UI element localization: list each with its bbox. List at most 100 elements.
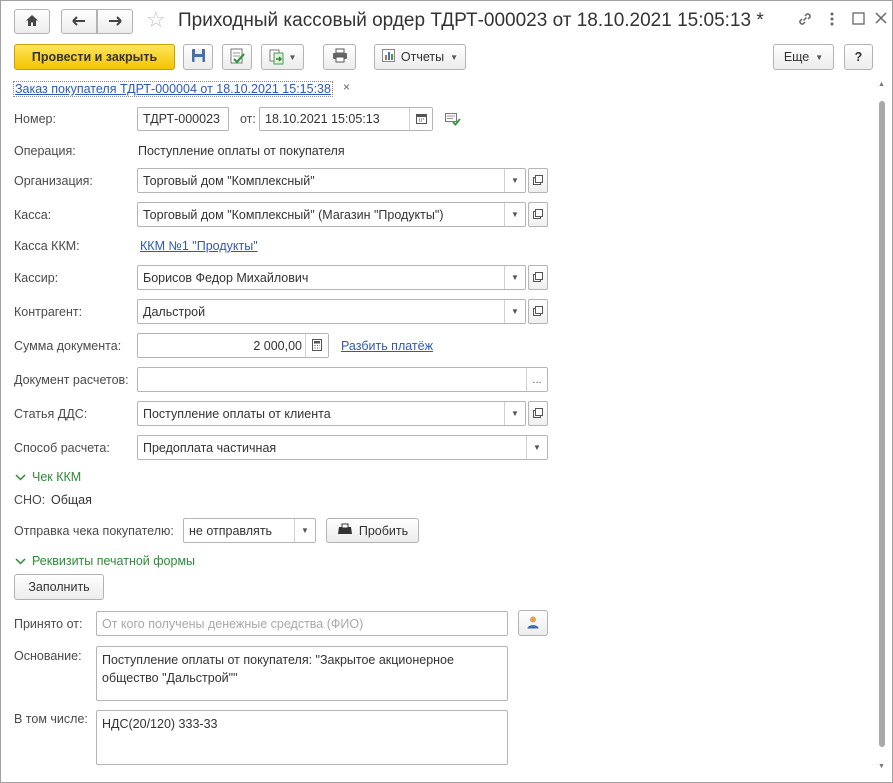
payment-method-field[interactable]: Предоплата частичная ▼ <box>137 435 548 460</box>
home-icon <box>25 14 39 30</box>
receipt-group-header[interactable]: Чек ККМ <box>15 470 81 484</box>
basis-document-link-box: Заказ покупателя ТДРТ-000004 от 18.10.20… <box>13 81 333 97</box>
date-value: 18.10.2021 15:05:13 <box>265 112 380 126</box>
more-vertical-icon[interactable] <box>829 11 835 30</box>
basis-document-link[interactable]: Заказ покупателя ТДРТ-000004 от 18.10.20… <box>15 82 331 96</box>
receipt-group-title: Чек ККМ <box>32 470 82 484</box>
chevron-down-icon: ▼ <box>301 526 309 535</box>
send-receipt-field[interactable]: не отправлять ▼ <box>183 518 316 543</box>
fill-button[interactable]: Заполнить <box>14 574 104 600</box>
dds-label: Статья ДДС: <box>14 407 88 421</box>
received-from-field[interactable]: От кого получены денежные средства (ФИО) <box>96 611 508 636</box>
organization-open-button[interactable] <box>528 168 548 193</box>
more-button[interactable]: Еще ▼ <box>773 44 834 70</box>
punch-receipt-label: Пробить <box>358 523 409 538</box>
dds-open-button[interactable] <box>528 401 548 426</box>
person-icon <box>526 615 540 632</box>
window-title: Приходный кассовый ордер ТДРТ-000023 от … <box>178 10 764 31</box>
operation-value: Поступление оплаты от покупателя <box>138 144 345 158</box>
scroll-down-icon[interactable]: ▼ <box>878 763 885 770</box>
organization-field[interactable]: Торговый дом "Комплексный" ▼ <box>137 168 526 193</box>
post-and-close-label: Провести и закрыть <box>31 50 158 64</box>
including-value: НДС(20/120) 333-33 <box>102 717 218 731</box>
calendar-icon <box>415 113 427 126</box>
open-form-icon <box>533 305 543 319</box>
cashier-label: Кассир: <box>14 271 59 285</box>
close-icon[interactable]: × <box>343 80 350 94</box>
help-label: ? <box>854 50 863 64</box>
kkm-link[interactable]: ККМ №1 "Продукты" <box>140 239 258 253</box>
split-payment-link[interactable]: Разбить платёж <box>341 339 433 353</box>
date-field[interactable]: 18.10.2021 15:05:13 <box>259 107 433 131</box>
document-window: ☆ Приходный кассовый ордер ТДРТ-000023 о… <box>0 0 893 783</box>
post-button[interactable] <box>222 44 252 70</box>
sno-label: СНО: <box>14 493 46 507</box>
organization-dropdown-button[interactable]: ▼ <box>504 169 525 192</box>
counterparty-dropdown-button[interactable]: ▼ <box>504 300 525 323</box>
cashbox-open-button[interactable] <box>528 202 548 227</box>
counterparty-field[interactable]: Дальстрой ▼ <box>137 299 526 324</box>
star-icon[interactable]: ☆ <box>146 9 166 31</box>
counterparty-value: Дальстрой <box>143 304 206 319</box>
cashbox-label: Касса: <box>14 208 52 222</box>
counterparty-open-button[interactable] <box>528 299 548 324</box>
cashbox-dropdown-button[interactable]: ▼ <box>504 203 525 226</box>
sno-value: Общая <box>51 493 92 507</box>
punch-receipt-button[interactable]: Пробить <box>326 518 419 543</box>
print-group-title: Реквизиты печатной формы <box>32 554 196 568</box>
basis-textarea[interactable]: Поступление оплаты от покупателя: "Закры… <box>96 646 508 701</box>
cashbox-value: Торговый дом "Комплексный" (Магазин "Про… <box>143 207 444 222</box>
calendar-button[interactable] <box>409 108 432 130</box>
more-label: Еще <box>783 50 810 64</box>
basis-value: Поступление оплаты от покупателя: "Закры… <box>102 653 454 685</box>
home-button[interactable] <box>14 9 50 34</box>
cashier-open-button[interactable] <box>528 265 548 290</box>
amount-field[interactable]: 2 000,00 <box>137 333 329 358</box>
create-based-on-button[interactable]: ▼ <box>261 44 304 70</box>
dds-field[interactable]: Поступление оплаты от клиента ▼ <box>137 401 526 426</box>
post-document-icon <box>229 48 245 67</box>
chevron-down-icon <box>15 554 26 568</box>
send-receipt-label: Отправка чека покупателю: <box>14 524 174 538</box>
chevron-down-icon: ▼ <box>511 273 519 282</box>
print-button[interactable] <box>323 44 356 70</box>
settlement-doc-label: Документ расчетов: <box>14 373 129 387</box>
chevron-down-icon: ▼ <box>511 210 519 219</box>
settlement-doc-field[interactable]: ... <box>137 367 548 392</box>
close-icon[interactable] <box>875 12 887 27</box>
arrow-left-icon <box>72 15 86 29</box>
reports-label: Отчеты <box>400 50 445 64</box>
open-form-icon <box>533 407 543 421</box>
payment-method-label: Способ расчета: <box>14 441 110 455</box>
number-field[interactable]: ТДРТ-000023 <box>137 107 229 131</box>
maximize-icon[interactable] <box>852 12 865 28</box>
including-textarea[interactable]: НДС(20/120) 333-33 <box>96 710 508 765</box>
select-person-button[interactable] <box>518 610 548 636</box>
including-label: В том числе: <box>14 712 88 726</box>
received-from-placeholder: От кого получены денежные средства (ФИО) <box>102 616 364 631</box>
help-button[interactable]: ? <box>844 44 873 70</box>
forward-button[interactable] <box>97 9 133 34</box>
back-button[interactable] <box>61 9 97 34</box>
dds-dropdown-button[interactable]: ▼ <box>504 402 525 425</box>
scrollbar-thumb[interactable] <box>879 101 885 747</box>
save-button[interactable] <box>183 44 213 70</box>
chevron-down-icon: ▼ <box>815 52 824 62</box>
document-status-icon[interactable] <box>445 113 461 129</box>
scroll-up-icon[interactable]: ▲ <box>878 81 885 88</box>
kkm-label: Касса ККМ: <box>14 239 80 253</box>
post-and-close-button[interactable]: Провести и закрыть <box>14 44 175 70</box>
vertical-scrollbar[interactable]: ▲ ▼ <box>877 81 887 775</box>
cashier-dropdown-button[interactable]: ▼ <box>504 266 525 289</box>
select-button[interactable]: ... <box>526 368 547 391</box>
send-receipt-dropdown-button[interactable]: ▼ <box>294 519 315 542</box>
chevron-down-icon: ▼ <box>511 307 519 316</box>
link-icon[interactable] <box>797 11 813 30</box>
cashier-field[interactable]: Борисов Федор Михайлович ▼ <box>137 265 526 290</box>
calculator-icon <box>312 338 322 353</box>
payment-method-dropdown-button[interactable]: ▼ <box>526 436 547 459</box>
cashbox-field[interactable]: Торговый дом "Комплексный" (Магазин "Про… <box>137 202 526 227</box>
print-group-header[interactable]: Реквизиты печатной формы <box>15 554 195 568</box>
reports-button[interactable]: Отчеты ▼ <box>374 44 466 70</box>
calculator-button[interactable] <box>305 334 328 357</box>
